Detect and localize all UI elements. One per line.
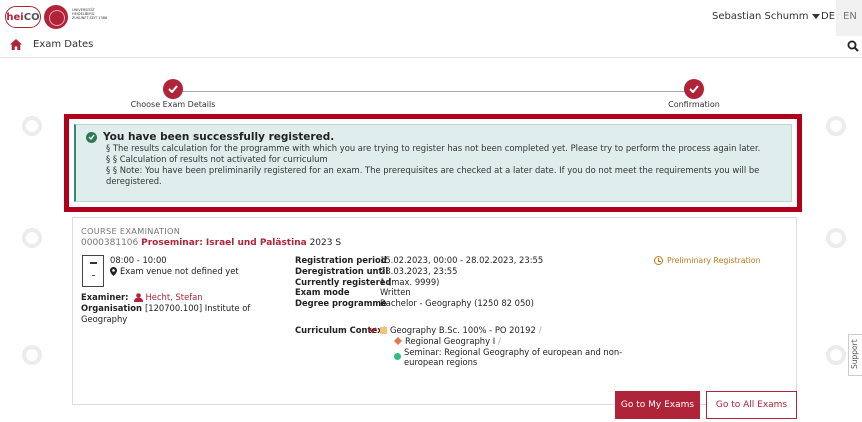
- go-to-all-exams-button[interactable]: Go to All Exams: [706, 391, 797, 419]
- step-2-check-icon: [684, 79, 704, 99]
- map-marker-icon: [110, 266, 117, 276]
- breadcrumb: Exam Dates: [10, 39, 93, 50]
- detail-value: Bachelor - Geography (1250 82 050): [380, 298, 534, 309]
- exam-kind: COURSE EXAMINATION: [81, 226, 181, 236]
- organisation-label: Organisation: [81, 303, 142, 313]
- alert-line: § § Note: You have been preliminarily re…: [106, 165, 760, 175]
- clock-icon: [654, 256, 663, 265]
- watermark-icon: [826, 345, 846, 365]
- watermark-icon: [826, 228, 846, 248]
- nav-divider: [0, 57, 862, 58]
- detail-row: Deregistration until 28.03.2023, 23:55: [295, 266, 543, 277]
- page-title: Exam Dates: [33, 39, 94, 50]
- curriculum-text: Seminar: Regional Geography of european …: [404, 346, 623, 368]
- alert-title-text: You have been successfully registered.: [103, 131, 335, 143]
- detail-row: Registration period 15.02.2023, 00:00 - 2…: [295, 255, 543, 266]
- check-circle-icon: [86, 131, 97, 143]
- exam-time: 08:00 - 10:00: [110, 255, 167, 265]
- user-menu[interactable]: Sebastian Schumm: [712, 11, 820, 22]
- diamond-icon: [394, 336, 402, 345]
- step-2-label: Confirmation: [668, 100, 720, 109]
- examiner-name: Hecht, Stefan: [145, 292, 203, 302]
- detail-value: 1 (max. 9999): [380, 276, 440, 287]
- examiner-link[interactable]: Hecht, Stefan: [133, 292, 203, 302]
- person-icon: [133, 292, 143, 302]
- user-name: Sebastian Schumm: [712, 11, 809, 22]
- detail-key: Currently registered: [295, 276, 392, 287]
- detail-key: Registration period: [295, 255, 387, 265]
- venue-text: Exam venue not defined yet: [120, 266, 239, 276]
- date-placeholder-dash: [90, 262, 97, 264]
- date-box: [82, 255, 104, 287]
- examiner: Examiner: Hecht, Stefan: [81, 292, 203, 302]
- support-tab[interactable]: Support: [848, 334, 862, 376]
- date-placeholder-dash: [92, 275, 95, 276]
- curriculum-text: Geography B.Sc. 100% - PO 20192: [390, 325, 536, 335]
- detail-row: Exam mode Written: [295, 287, 543, 298]
- detail-key: Deregistration until: [295, 265, 389, 276]
- detail-row: Currently registered 1 (max. 9999): [295, 277, 543, 288]
- step-1-label: Choose Exam Details: [130, 100, 216, 109]
- course-number: 0000381106: [81, 238, 139, 248]
- university-wordmark: UNIVERSITÄT HEIDELBERG ZUKUNFT SEIT 1386: [72, 8, 108, 20]
- curriculum-item[interactable]: Seminar: Regional Geography of european …: [380, 347, 640, 369]
- success-alert: You have been successfully registered. §…: [74, 124, 792, 202]
- course-name-link[interactable]: Proseminar: Israel und Palästina: [141, 238, 307, 248]
- square-icon: [380, 327, 387, 334]
- circle-icon: [394, 352, 401, 360]
- detail-value: Written: [380, 287, 411, 298]
- organisation: Organisation [120700.100] Institute of Ge…: [81, 303, 276, 325]
- curriculum-separator: /: [538, 325, 542, 335]
- alert-line: deregistered.: [106, 176, 162, 186]
- detail-key: Exam mode: [295, 287, 350, 298]
- course-line: 0000381106 Proseminar: Israel und Paläst…: [81, 238, 341, 248]
- alert-line: § § Calculation of results not activated…: [106, 154, 328, 164]
- caret-down-icon: [811, 13, 820, 19]
- status-text: Preliminary Registration: [667, 256, 761, 265]
- home-icon[interactable]: [10, 39, 22, 50]
- watermark-icon: [22, 345, 42, 365]
- watermark-icon: [22, 116, 42, 136]
- alert-highlight-frame: You have been successfully registered. §…: [64, 114, 802, 212]
- alert-title: You have been successfully registered.: [86, 131, 781, 143]
- examiner-label: Examiner:: [81, 292, 129, 302]
- alert-line: § The results calculation for the progra…: [106, 143, 761, 153]
- university-seal-logo[interactable]: [44, 5, 68, 29]
- go-to-my-exams-button[interactable]: Go to My Exams: [615, 391, 700, 419]
- language-en[interactable]: EN: [843, 11, 857, 22]
- watermark-icon: [826, 116, 846, 136]
- course-term: 2023 S: [309, 238, 342, 248]
- curriculum-item[interactable]: Regional Geography I /: [380, 336, 640, 347]
- chevron-down-icon[interactable]: [368, 327, 377, 334]
- curriculum-text: Regional Geography I: [405, 335, 496, 346]
- detail-row: Degree programme Bachelor - Geography (12…: [295, 298, 543, 309]
- heico-logo[interactable]: hei CO: [5, 6, 41, 28]
- exam-venue: Exam venue not defined yet: [110, 266, 239, 276]
- status-badge: Preliminary Registration: [654, 256, 761, 265]
- step-1-check-icon: [163, 79, 183, 99]
- exam-details: Registration period 15.02.2023, 00:00 - 2…: [295, 255, 543, 309]
- language-de[interactable]: DE: [821, 11, 835, 22]
- stepper-line: [173, 91, 693, 92]
- curriculum-item[interactable]: Geography B.Sc. 100% - PO 20192/: [368, 325, 640, 336]
- curriculum-separator: /: [498, 335, 501, 346]
- curriculum-tree: Geography B.Sc. 100% - PO 20192/ Regiona…: [368, 325, 640, 369]
- detail-value: 15.02.2023, 00:00 - 28.02.2023, 23:55: [380, 255, 544, 265]
- exam-card: COURSE EXAMINATION 0000381106 Proseminar…: [72, 217, 797, 405]
- detail-key: Degree programme: [295, 298, 387, 309]
- detail-value: 28.03.2023, 23:55: [380, 265, 458, 276]
- top-bar: hei CO UNIVERSITÄT HEIDELBERG ZUKUNFT SEI…: [0, 0, 862, 44]
- search-icon[interactable]: [847, 40, 859, 52]
- watermark-icon: [22, 228, 42, 248]
- support-label: Support: [850, 339, 859, 369]
